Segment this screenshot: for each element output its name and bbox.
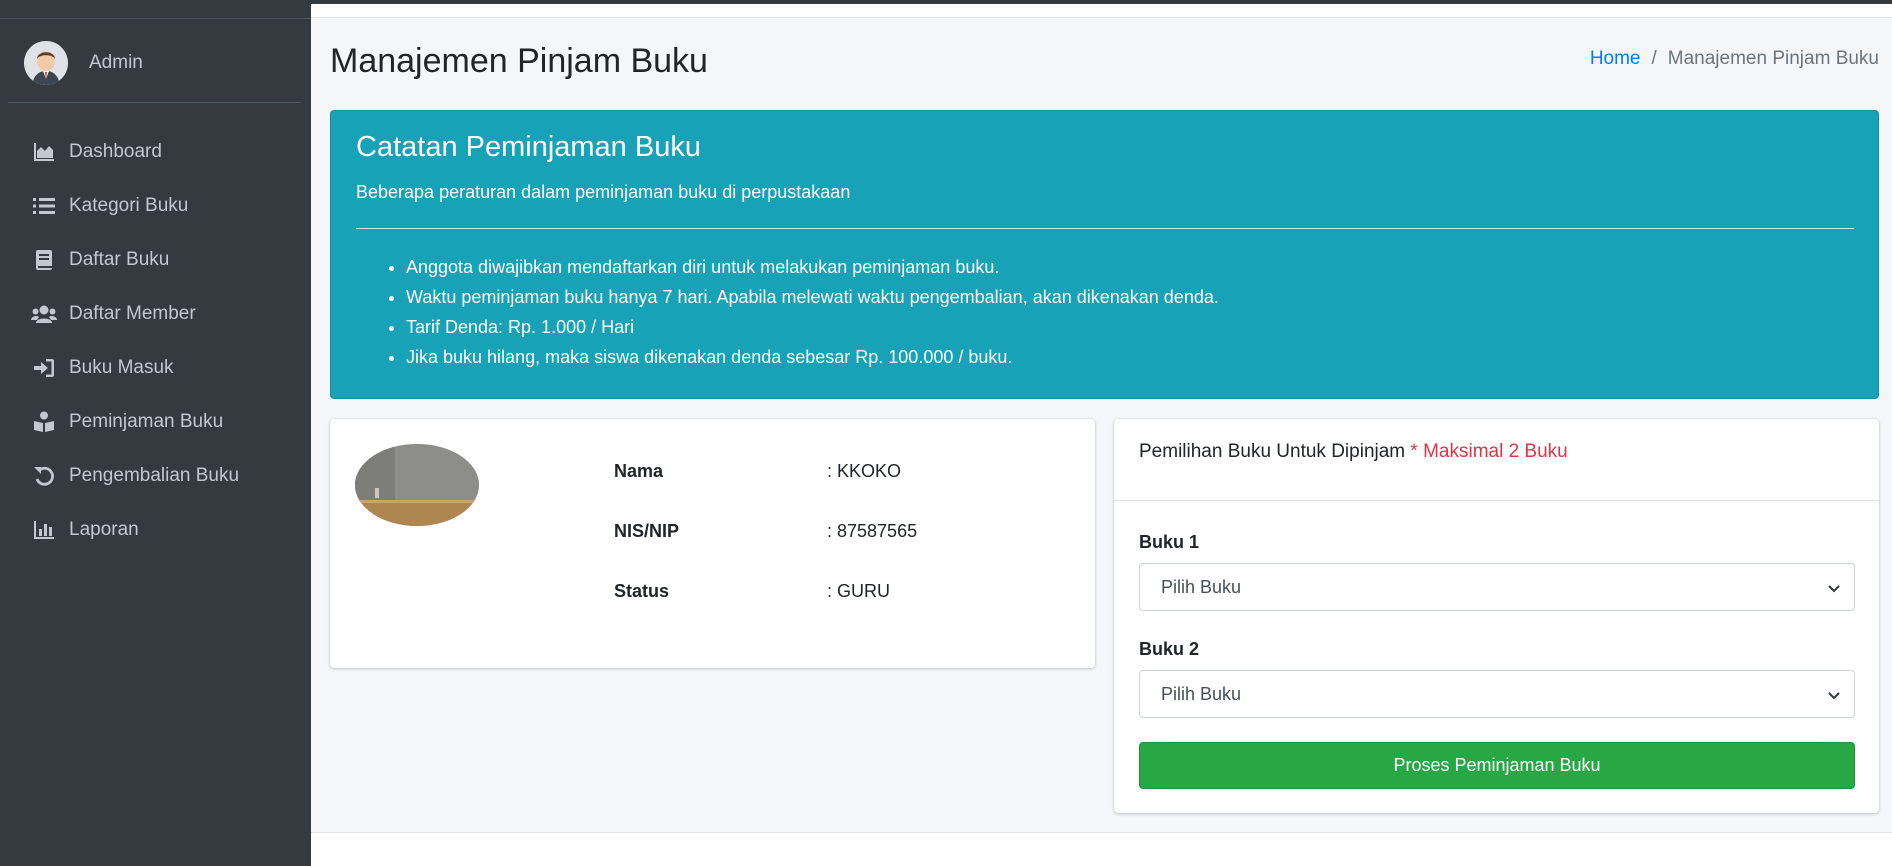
book-reader-icon	[31, 411, 57, 433]
member-nis-label: NIS/NIP	[614, 521, 680, 541]
breadcrumb: Home / Manajemen Pinjam Buku	[1590, 48, 1879, 70]
avatar	[24, 41, 68, 85]
user-panel[interactable]: Admin	[24, 40, 143, 86]
bar-chart-icon	[31, 519, 57, 541]
user-divider	[8, 102, 301, 103]
users-icon	[31, 303, 57, 325]
breadcrumb-separator: /	[1651, 48, 1657, 69]
sidebar-item-label: Peminjaman Buku	[69, 411, 224, 432]
rule-item: Anggota diwajibkan mendaftarkan diri unt…	[406, 252, 1219, 282]
sidebar-item-label: Laporan	[69, 519, 139, 540]
sidebar-item-kategori-buku[interactable]: Kategori Buku	[0, 179, 311, 233]
chevron-down-icon	[1824, 685, 1844, 705]
sidebar-item-label: Kategori Buku	[69, 195, 189, 216]
buku2-select[interactable]: Pilih Buku	[1139, 670, 1855, 718]
member-status-value: : GURU	[827, 581, 890, 601]
member-nama-label: Nama	[614, 461, 664, 481]
rule-item: Waktu peminjaman buku hanya 7 hari. Apab…	[406, 282, 1219, 312]
selection-header: Pemilihan Buku Untuk Dipinjam * Maksimal…	[1139, 441, 1568, 463]
sidebar-item-laporan[interactable]: Laporan	[0, 503, 311, 557]
sidebar-item-daftar-member[interactable]: Daftar Member	[0, 287, 311, 341]
page-title: Manajemen Pinjam Buku	[330, 42, 708, 80]
proses-peminjaman-button[interactable]: Proses Peminjaman Buku	[1139, 742, 1855, 789]
main-content: Manajemen Pinjam Buku Home / Manajemen P…	[311, 4, 1892, 866]
sign-in-icon	[31, 357, 57, 379]
selection-card-header: Pemilihan Buku Untuk Dipinjam * Maksimal…	[1114, 419, 1879, 501]
footer	[311, 832, 1892, 866]
selection-required-note: * Maksimal 2 Buku	[1410, 441, 1568, 462]
callout-divider	[356, 228, 1854, 229]
buku2-label: Buku 2	[1139, 639, 1200, 659]
undo-icon	[31, 465, 57, 487]
selection-header-label: Pemilihan Buku Untuk Dipinjam	[1139, 441, 1406, 462]
chart-area-icon	[31, 141, 57, 163]
sidebar-item-label: Dashboard	[69, 141, 162, 162]
sidebar-item-pengembalian-buku[interactable]: Pengembalian Buku	[0, 449, 311, 503]
member-nis-value: : 87587565	[827, 521, 918, 541]
buku2-select-value: Pilih Buku	[1161, 683, 1242, 704]
brand-divider	[0, 18, 311, 19]
sidebar-nav: Dashboard Kategori Buku Daftar Buku Daft…	[0, 125, 311, 557]
callout-subtitle: Beberapa peraturan dalam peminjaman buku…	[356, 182, 851, 202]
member-status-label: Status	[614, 581, 670, 601]
book-selection-card: Pemilihan Buku Untuk Dipinjam * Maksimal…	[1114, 419, 1879, 813]
chevron-down-icon	[1824, 578, 1844, 598]
breadcrumb-home-link[interactable]: Home	[1590, 48, 1641, 70]
callout-title: Catatan Peminjaman Buku	[356, 131, 701, 163]
buku1-select-value: Pilih Buku	[1161, 576, 1242, 597]
sidebar-item-label: Daftar Buku	[69, 249, 170, 270]
user-name[interactable]: Admin	[89, 52, 143, 74]
buku1-select[interactable]: Pilih Buku	[1139, 563, 1855, 611]
rule-item: Tarif Denda: Rp. 1.000 / Hari	[406, 312, 1219, 342]
book-icon	[31, 249, 57, 271]
sidebar-item-label: Pengembalian Buku	[69, 465, 240, 486]
rules-list: Anggota diwajibkan mendaftarkan diri unt…	[406, 252, 1219, 372]
list-icon	[31, 195, 57, 217]
sidebar-item-buku-masuk[interactable]: Buku Masuk	[0, 341, 311, 395]
member-card: Nama : KKOKO NIS/NIP : 87587565 Status :…	[330, 419, 1095, 668]
sidebar-item-label: Buku Masuk	[69, 357, 174, 378]
sidebar-item-label: Daftar Member	[69, 303, 196, 324]
member-photo	[355, 444, 479, 526]
sidebar: Admin Dashboard Kategori Buku Daftar Buk…	[0, 4, 311, 866]
sidebar-item-dashboard[interactable]: Dashboard	[0, 125, 311, 179]
rule-item: Jika buku hilang, maka siswa dikenakan d…	[406, 342, 1219, 372]
rules-callout: Catatan Peminjaman Buku Beberapa peratur…	[330, 110, 1879, 399]
navbar	[311, 4, 1892, 18]
member-nama-value: : KKOKO	[827, 461, 902, 481]
sidebar-item-peminjaman-buku[interactable]: Peminjaman Buku	[0, 395, 311, 449]
sidebar-item-daftar-buku[interactable]: Daftar Buku	[0, 233, 311, 287]
breadcrumb-current: Manajemen Pinjam Buku	[1667, 48, 1879, 69]
buku1-label: Buku 1	[1139, 532, 1200, 552]
